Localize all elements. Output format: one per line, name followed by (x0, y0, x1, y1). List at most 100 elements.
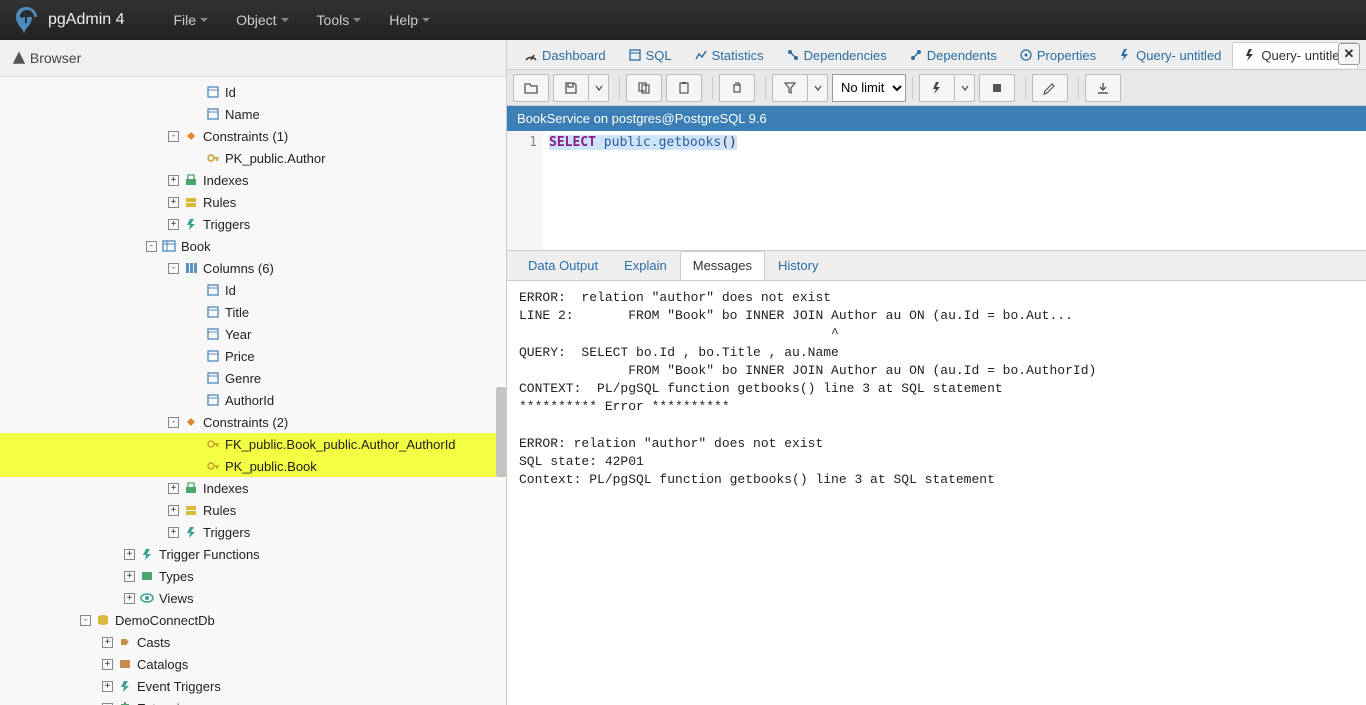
tab-dashboard[interactable]: Dashboard (513, 42, 617, 68)
tree-indexes[interactable]: +Indexes (0, 169, 506, 191)
trigger-functions-icon (139, 546, 155, 562)
expand-icon[interactable]: + (102, 659, 113, 670)
tree-column-year[interactable]: Year (0, 323, 506, 345)
tree-column-genre[interactable]: Genre (0, 367, 506, 389)
menu-file[interactable]: File (160, 12, 223, 28)
open-file-button[interactable] (513, 74, 549, 102)
tree-triggers[interactable]: +Triggers (0, 213, 506, 235)
pgadmin-logo-icon (10, 4, 42, 36)
tree-db-democonnectdb[interactable]: -DemoConnectDb (0, 609, 506, 631)
browser-label: Browser (30, 50, 81, 66)
properties-icon (1019, 48, 1033, 62)
tree-types[interactable]: +Types (0, 565, 506, 587)
tree-extensions[interactable]: +Extensions (0, 697, 506, 705)
table-icon (161, 238, 177, 254)
collapse-icon[interactable]: - (168, 417, 179, 428)
dependents-icon (909, 48, 923, 62)
tree-pk-author[interactable]: PK_public.Author (0, 147, 506, 169)
expand-icon[interactable]: + (168, 527, 179, 538)
tab-properties[interactable]: Properties (1008, 42, 1107, 68)
tree-triggers2[interactable]: +Triggers (0, 521, 506, 543)
tree-rules[interactable]: +Rules (0, 191, 506, 213)
sql-editor[interactable]: 1 SELECT public.getbooks() (507, 131, 1366, 251)
save-dropdown[interactable] (589, 74, 609, 102)
paste-button[interactable] (666, 74, 702, 102)
expand-icon[interactable]: + (124, 571, 135, 582)
tree-catalogs[interactable]: +Catalogs (0, 653, 506, 675)
rtab-data-output[interactable]: Data Output (515, 251, 611, 280)
rtab-history[interactable]: History (765, 251, 831, 280)
browser-header: Browser (0, 40, 506, 77)
collapse-icon[interactable]: - (80, 615, 91, 626)
tree-casts[interactable]: +Casts (0, 631, 506, 653)
rtab-messages[interactable]: Messages (680, 251, 765, 280)
limit-select[interactable]: No limit (832, 74, 906, 102)
tab-dependents[interactable]: Dependents (898, 42, 1008, 68)
column-icon (205, 304, 221, 320)
execute-dropdown[interactable] (955, 74, 975, 102)
event-triggers-icon (117, 678, 133, 694)
menu-help[interactable]: Help (375, 12, 444, 28)
tab-query1[interactable]: Query- untitled (1107, 42, 1232, 68)
execute-button[interactable] (919, 74, 955, 102)
indexes-icon (183, 480, 199, 496)
filter-button[interactable] (772, 74, 808, 102)
save-button[interactable] (553, 74, 589, 102)
browser-icon (12, 51, 26, 65)
close-tab-button[interactable]: ✕ (1338, 43, 1360, 65)
lightning-icon (1118, 48, 1132, 62)
column-icon (205, 84, 221, 100)
expand-icon[interactable]: + (168, 197, 179, 208)
tab-sql[interactable]: SQL (617, 42, 683, 68)
expand-icon[interactable]: + (102, 637, 113, 648)
tree-column-id[interactable]: Id (0, 81, 506, 103)
browser-sidebar: Browser Id Name -Constraints (1) PK_publ… (0, 40, 507, 705)
edit-button[interactable] (1032, 74, 1068, 102)
tree-views[interactable]: +Views (0, 587, 506, 609)
collapse-icon[interactable]: - (146, 241, 157, 252)
tree-rules2[interactable]: +Rules (0, 499, 506, 521)
expand-icon[interactable]: + (124, 549, 135, 560)
copy-button[interactable] (626, 74, 662, 102)
tree-indexes2[interactable]: +Indexes (0, 477, 506, 499)
connection-bar: BookService on postgres@PostgreSQL 9.6 (507, 106, 1366, 131)
tree-columns-book[interactable]: -Columns (6) (0, 257, 506, 279)
expand-icon[interactable]: + (102, 681, 113, 692)
code-area[interactable]: SELECT public.getbooks() (543, 131, 1366, 250)
object-tree[interactable]: Id Name -Constraints (1) PK_public.Autho… (0, 77, 506, 705)
filter-dropdown[interactable] (808, 74, 828, 102)
expand-icon[interactable]: + (124, 593, 135, 604)
tree-column-title[interactable]: Title (0, 301, 506, 323)
expand-icon[interactable]: + (168, 175, 179, 186)
expand-icon[interactable]: + (168, 505, 179, 516)
tab-dependencies[interactable]: Dependencies (775, 42, 898, 68)
menu-object[interactable]: Object (222, 12, 302, 28)
tree-trigger-functions[interactable]: +Trigger Functions (0, 543, 506, 565)
stop-button[interactable] (979, 74, 1015, 102)
foreign-key-icon (205, 436, 221, 452)
tree-column-authorid[interactable]: AuthorId (0, 389, 506, 411)
tree-scrollbar[interactable] (496, 387, 506, 477)
expand-icon[interactable]: + (168, 219, 179, 230)
tab-statistics[interactable]: Statistics (683, 42, 775, 68)
tree-pk-book[interactable]: PK_public.Book (0, 455, 506, 477)
delete-button[interactable] (719, 74, 755, 102)
tree-column-id2[interactable]: Id (0, 279, 506, 301)
tree-column-name[interactable]: Name (0, 103, 506, 125)
tree-table-book[interactable]: -Book (0, 235, 506, 257)
sql-icon (628, 48, 642, 62)
column-icon (205, 326, 221, 342)
top-menu-bar: pgAdmin 4 File Object Tools Help (0, 0, 1366, 40)
tree-fk-book[interactable]: FK_public.Book_public.Author_AuthorId (0, 433, 506, 455)
rtab-explain[interactable]: Explain (611, 251, 680, 280)
download-button[interactable] (1085, 74, 1121, 102)
tree-constraints-author[interactable]: -Constraints (1) (0, 125, 506, 147)
menu-tools[interactable]: Tools (303, 12, 376, 28)
collapse-icon[interactable]: - (168, 131, 179, 142)
tree-event-triggers[interactable]: +Event Triggers (0, 675, 506, 697)
tree-constraints-book[interactable]: -Constraints (2) (0, 411, 506, 433)
collapse-icon[interactable]: - (168, 263, 179, 274)
tree-column-price[interactable]: Price (0, 345, 506, 367)
expand-icon[interactable]: + (168, 483, 179, 494)
messages-output[interactable]: ERROR: relation "author" does not exist … (507, 281, 1366, 705)
